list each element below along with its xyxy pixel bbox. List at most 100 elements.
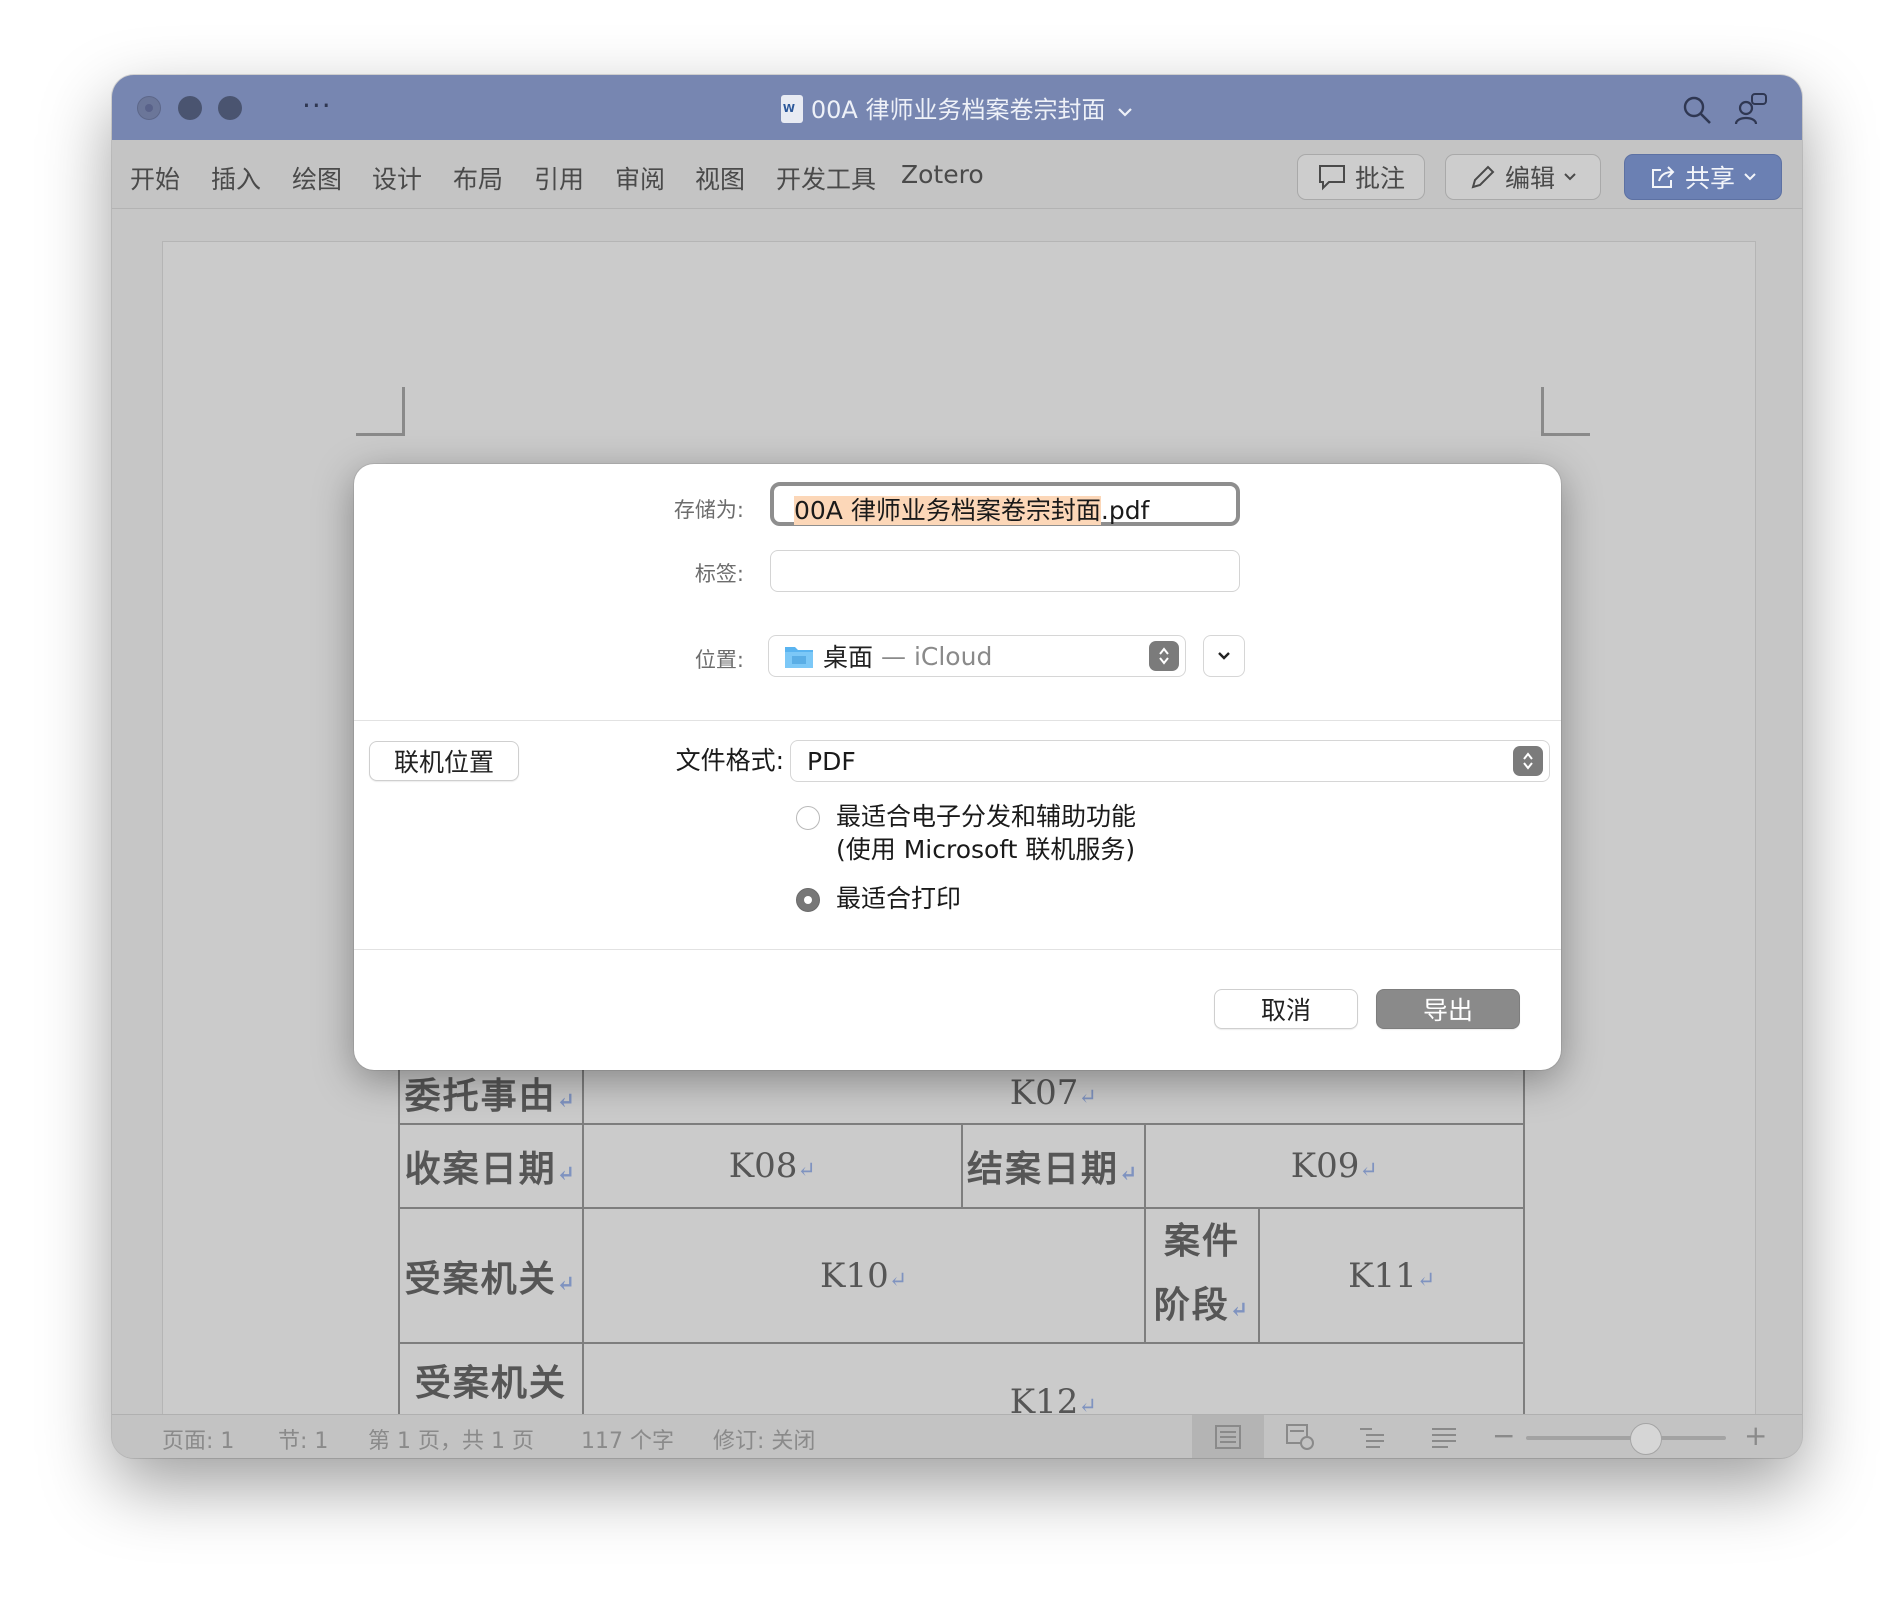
cell-text: K08 (728, 1146, 798, 1186)
margin-corner-mark (1541, 387, 1590, 436)
tab-view[interactable]: 视图 (695, 160, 745, 196)
status-word-count[interactable]: 117 个字 (581, 1423, 674, 1455)
save-as-label: 存储为: (673, 498, 744, 522)
table-cell-label[interactable]: 收案日期↵ (398, 1123, 584, 1209)
share-label: 共享 (1684, 164, 1735, 193)
tab-references[interactable]: 引用 (534, 160, 584, 196)
cell-text: 结案日期 (967, 1148, 1120, 1190)
cell-text: 阶段 (1153, 1284, 1230, 1326)
filename-field[interactable]: 00A 律师业务档案卷宗封面.pdf (770, 482, 1240, 526)
search-icon[interactable] (1682, 95, 1712, 125)
paragraph-mark: ↵ (556, 1088, 578, 1114)
location-popup[interactable]: 桌面 — iCloud (768, 635, 1186, 677)
cell-text: 案件 (1163, 1220, 1240, 1262)
export-dialog: 存储为: 00A 律师业务档案卷宗封面.pdf 标签: 位置: 桌面 — iCl… (354, 464, 1561, 1070)
chevron-down-icon (1564, 173, 1576, 181)
cell-text: K07 (1009, 1073, 1079, 1113)
table-cell-value[interactable]: K11↵ (1258, 1207, 1525, 1344)
status-page-count: 第 1 页，共 1 页 (368, 1429, 534, 1454)
comments-button[interactable]: 批注 (1297, 154, 1425, 200)
tab-developer[interactable]: 开发工具 (776, 160, 876, 196)
paragraph-mark: ↵ (888, 1267, 908, 1293)
window-title[interactable]: 00A 律师业务档案卷宗封面 (112, 90, 1802, 125)
chevron-down-icon (1218, 652, 1230, 660)
chevron-down-icon (1118, 108, 1132, 117)
zoom-in-button[interactable]: + (1744, 1419, 1767, 1452)
tab-insert[interactable]: 插入 (211, 160, 261, 196)
status-track-changes[interactable]: 修订: 关闭 (713, 1423, 815, 1455)
tab-layout[interactable]: 布局 (453, 160, 503, 196)
table-row: 收案日期↵ K08↵ 结案日期↵ K09↵ (398, 1123, 1526, 1209)
document-title: 00A 律师业务档案卷宗封面 (810, 96, 1106, 124)
tab-draw[interactable]: 绘图 (292, 160, 342, 196)
table-cell-value[interactable]: K07↵ (581, 1061, 1526, 1125)
outline-icon (1360, 1428, 1384, 1448)
ribbon: 开始 插入 绘图 设计 布局 引用 审阅 视图 开发工具 Zotero 批注 编… (112, 140, 1802, 209)
file-format-label: 文件格式: (675, 746, 784, 775)
table-cell-label[interactable]: 受案机关 (398, 1342, 584, 1424)
option-print[interactable]: 最适合打印 (836, 882, 961, 915)
tags-label: 标签: (694, 562, 744, 586)
outline-view-button[interactable] (1336, 1415, 1408, 1458)
zoom-slider-handle[interactable] (1630, 1423, 1662, 1455)
draft-view-button[interactable] (1408, 1415, 1480, 1458)
online-locations-button[interactable]: 联机位置 (369, 741, 519, 781)
status-bar: 页面: 1 节: 1 第 1 页，共 1 页 117 个字 修订: 关闭 − + (112, 1414, 1802, 1458)
radio-distribution[interactable] (796, 806, 820, 830)
comment-icon (1318, 165, 1345, 191)
cover-table[interactable]: 委托事由↵ K07↵ 收案日期↵ K08↵ 结案日期↵ K09↵ 受案机关↵ K… (398, 1061, 1526, 1424)
paragraph-mark: ↵ (1416, 1267, 1436, 1293)
paragraph-mark: ↵ (556, 1161, 578, 1187)
zoom-slider[interactable] (1526, 1436, 1726, 1440)
share-icon (1651, 166, 1675, 188)
cancel-button[interactable]: 取消 (1214, 989, 1358, 1029)
editing-label: 编辑 (1504, 164, 1555, 193)
file-format-value: PDF (807, 747, 856, 776)
tab-home[interactable]: 开始 (130, 160, 180, 196)
expand-browser-button[interactable] (1203, 635, 1245, 677)
table-cell-label[interactable]: 委托事由↵ (398, 1061, 584, 1125)
radio-print[interactable] (796, 888, 820, 912)
comments-label: 批注 (1354, 164, 1405, 193)
paragraph-mark: ↵ (1229, 1297, 1251, 1323)
table-row: 委托事由↵ K07↵ (398, 1061, 1526, 1125)
table-row: 受案机关 K12↵ (398, 1342, 1526, 1424)
web-layout-view-button[interactable] (1264, 1415, 1336, 1458)
cell-text: K11 (1348, 1255, 1417, 1296)
option-distribution-line1[interactable]: 最适合电子分发和辅助功能 (836, 800, 1136, 833)
title-bar: ··· 00A 律师业务档案卷宗封面 (112, 75, 1802, 140)
zoom-out-button[interactable]: − (1492, 1419, 1515, 1452)
tags-field[interactable] (770, 550, 1240, 592)
tab-design[interactable]: 设计 (372, 160, 422, 196)
print-layout-icon (1215, 1425, 1241, 1449)
location-sub: — iCloud (881, 641, 993, 671)
person-share-icon[interactable] (1734, 92, 1768, 126)
export-button[interactable]: 导出 (1376, 989, 1520, 1029)
paragraph-mark: ↵ (556, 1270, 578, 1297)
location-label: 位置: (694, 648, 744, 672)
status-page: 页面: 1 (162, 1429, 235, 1454)
share-button[interactable]: 共享 (1624, 154, 1782, 200)
paragraph-mark: ↵ (1078, 1085, 1097, 1110)
up-down-icon (1149, 641, 1179, 671)
editing-button[interactable]: 编辑 (1445, 154, 1601, 200)
table-cell-value[interactable]: K08↵ (581, 1123, 963, 1209)
table-cell-label[interactable]: 受案机关↵ (398, 1207, 584, 1344)
folder-icon (785, 647, 813, 668)
cell-text: K09 (1290, 1146, 1360, 1186)
table-cell-value[interactable]: K09↵ (1143, 1123, 1526, 1209)
file-format-popup[interactable]: PDF (790, 740, 1550, 782)
table-cell-value[interactable]: K10↵ (581, 1207, 1146, 1344)
tab-review[interactable]: 审阅 (615, 160, 665, 196)
table-cell-label[interactable]: 案件阶段↵ (1143, 1207, 1261, 1344)
table-cell-value[interactable]: K12↵ (581, 1342, 1526, 1424)
tab-zotero[interactable]: Zotero (901, 160, 984, 189)
table-cell-label[interactable]: 结案日期↵ (960, 1123, 1146, 1209)
cell-text: 委托事由 (404, 1075, 557, 1117)
cell-text: 受案机关 (404, 1257, 557, 1300)
status-section: 节: 1 (278, 1429, 329, 1454)
pencil-icon (1471, 165, 1495, 189)
table-row: 受案机关↵ K10↵ 案件 阶段↵ K11↵ (398, 1207, 1525, 1344)
print-layout-view-button[interactable] (1192, 1415, 1264, 1458)
paragraph-mark: ↵ (1359, 1158, 1378, 1183)
